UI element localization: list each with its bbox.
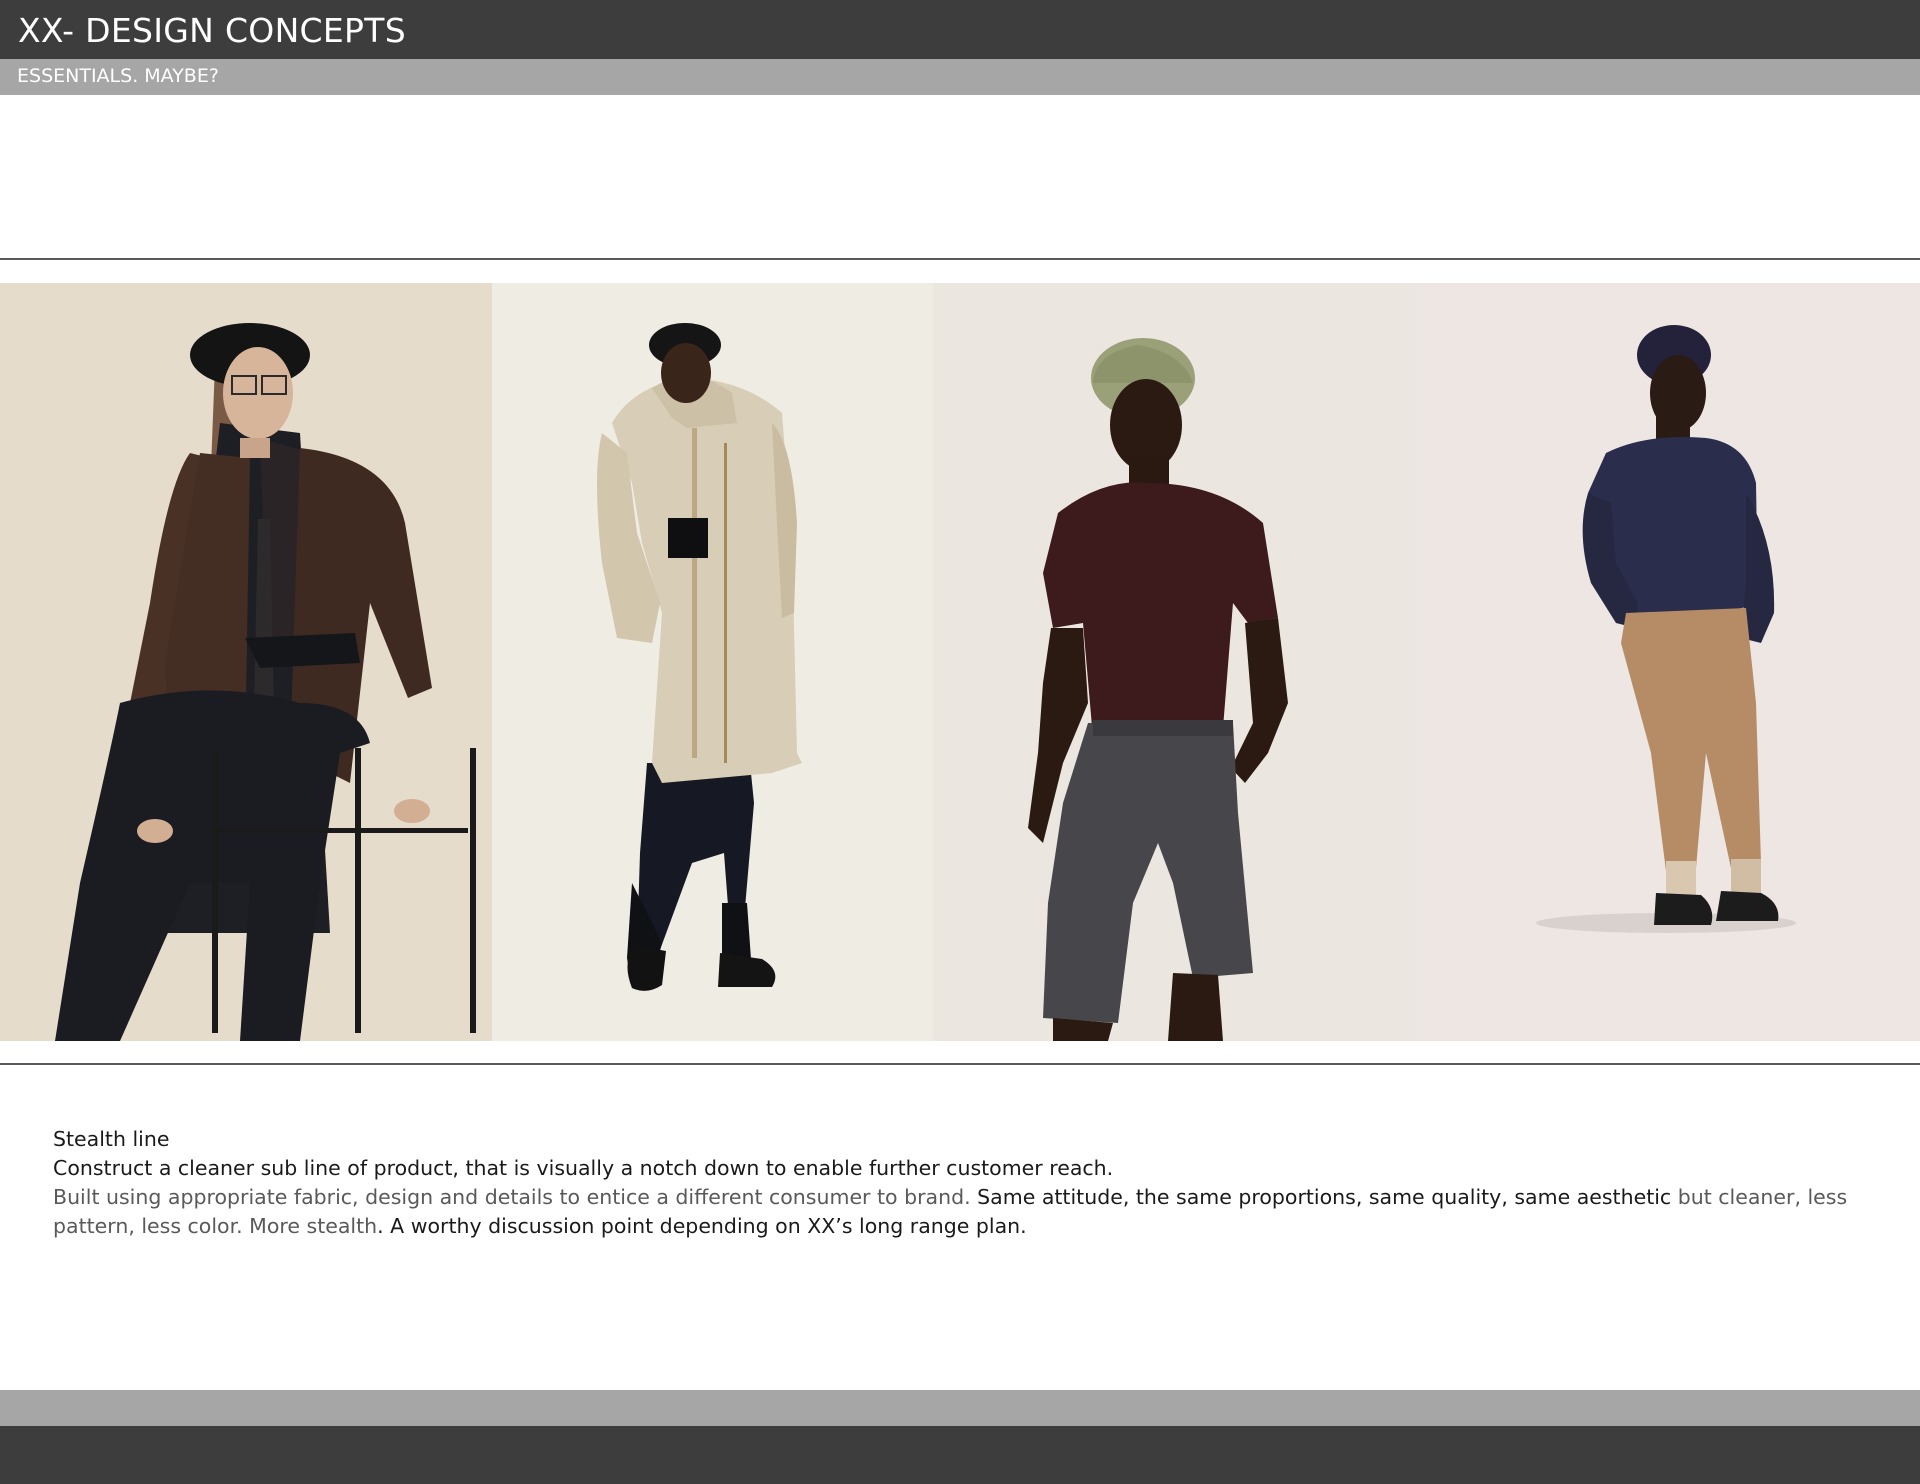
top-divider [0, 258, 1920, 260]
description-line: Construct a cleaner sub line of product,… [53, 1156, 1114, 1180]
lookbook-photo-3 [933, 283, 1416, 1041]
page-title: XX- DESIGN CONCEPTS [18, 11, 406, 50]
footer-bar-light [0, 1390, 1920, 1426]
section-heading: Stealth line [53, 1127, 170, 1151]
paragraph-part-1: Built using appropriate fabric, design a… [53, 1185, 978, 1209]
man-in-knit-beanie-burgundy-tee-grey-shorts-image [933, 283, 1416, 1041]
description-block: Stealth line Construct a cleaner sub lin… [53, 1125, 1883, 1241]
woman-in-beret-brown-blazer-seated-on-stool-image [0, 283, 492, 1041]
paragraph-part-4: . A worthy discussion point depending on… [377, 1214, 1027, 1238]
man-in-beret-stone-parka-cropped-trousers-image [492, 283, 933, 1041]
bottom-divider [0, 1063, 1920, 1065]
description-paragraph: Built using appropriate fabric, design a… [53, 1183, 1883, 1241]
lookbook-photo-2 [492, 283, 933, 1041]
footer-bar-dark [0, 1426, 1920, 1484]
lookbook-photo-4 [1416, 283, 1920, 1041]
page-subtitle: ESSENTIALS. MAYBE? [17, 65, 219, 87]
man-in-navy-beanie-navy-sweater-camel-trousers-image [1416, 283, 1920, 1041]
subheader-bar [0, 59, 1920, 95]
lookbook-photo-1 [0, 283, 492, 1041]
paragraph-part-2: Same attitude, the same proportions, sam… [977, 1185, 1672, 1209]
